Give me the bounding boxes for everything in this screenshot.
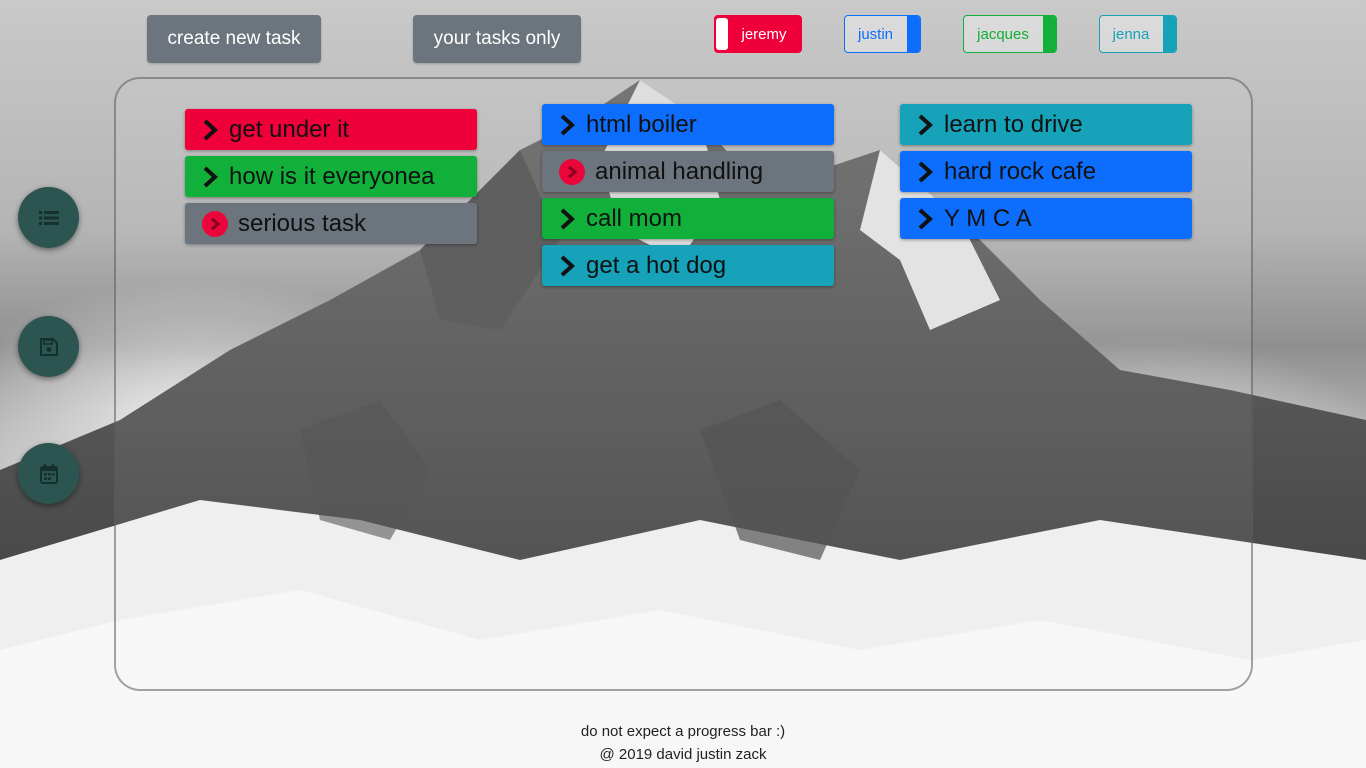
chevron-right-icon xyxy=(560,208,575,229)
calendar-icon xyxy=(39,463,58,484)
list-icon xyxy=(38,210,59,225)
task-label: html boiler xyxy=(586,110,697,138)
chevron-right-icon xyxy=(203,166,218,187)
user-filter-jeremy[interactable]: jeremy xyxy=(714,15,802,53)
task-label: serious task xyxy=(238,209,367,237)
save-icon xyxy=(39,337,58,356)
task-label: Y M C A xyxy=(944,204,1032,232)
task-card[interactable]: get under it xyxy=(185,109,477,150)
chevron-right-icon xyxy=(560,255,575,276)
task-card[interactable]: serious task xyxy=(185,203,477,244)
task-card[interactable]: html boiler xyxy=(542,104,834,145)
user-color-bar xyxy=(1043,16,1056,52)
calendar-button[interactable] xyxy=(18,443,79,504)
user-label: jeremy xyxy=(741,25,787,43)
user-label: justin xyxy=(857,25,894,43)
task-card[interactable]: get a hot dog xyxy=(542,245,834,286)
user-label: jacques xyxy=(977,25,1029,43)
task-card[interactable]: animal handling xyxy=(542,151,834,192)
task-label: hard rock cafe xyxy=(944,157,1097,185)
user-filter-justin[interactable]: justin xyxy=(844,15,921,53)
user-color-bar xyxy=(716,18,728,50)
alert-chevron-icon xyxy=(559,158,585,185)
chevron-right-icon xyxy=(918,114,933,135)
task-card[interactable]: how is it everyonea xyxy=(185,156,477,197)
task-label: learn to drive xyxy=(944,110,1083,138)
user-filter-jenna[interactable]: jenna xyxy=(1099,15,1177,53)
task-label: how is it everyonea xyxy=(229,162,435,190)
chevron-right-icon xyxy=(560,114,575,135)
task-label: get a hot dog xyxy=(586,251,727,279)
footer-copyright: @ 2019 david justin zack xyxy=(599,746,767,763)
list-view-button[interactable] xyxy=(18,187,79,248)
chevron-right-icon xyxy=(203,119,218,140)
task-card[interactable]: learn to drive xyxy=(900,104,1192,145)
chevron-right-icon xyxy=(918,208,933,229)
task-label: call mom xyxy=(586,204,683,232)
your-tasks-only-button[interactable]: your tasks only xyxy=(413,15,581,63)
user-color-bar xyxy=(1163,16,1176,52)
task-card[interactable]: call mom xyxy=(542,198,834,239)
create-new-task-button[interactable]: create new task xyxy=(147,15,321,63)
chevron-right-icon xyxy=(918,161,933,182)
footer-note: do not expect a progress bar :) xyxy=(580,723,786,740)
user-filter-jacques[interactable]: jacques xyxy=(963,15,1057,53)
alert-chevron-icon xyxy=(202,210,228,237)
user-label: jenna xyxy=(1112,25,1150,43)
save-button[interactable] xyxy=(18,316,79,377)
task-card[interactable]: hard rock cafe xyxy=(900,151,1192,192)
task-label: animal handling xyxy=(595,157,764,185)
user-color-bar xyxy=(907,16,920,52)
task-card[interactable]: Y M C A xyxy=(900,198,1192,239)
task-label: get under it xyxy=(229,115,350,143)
